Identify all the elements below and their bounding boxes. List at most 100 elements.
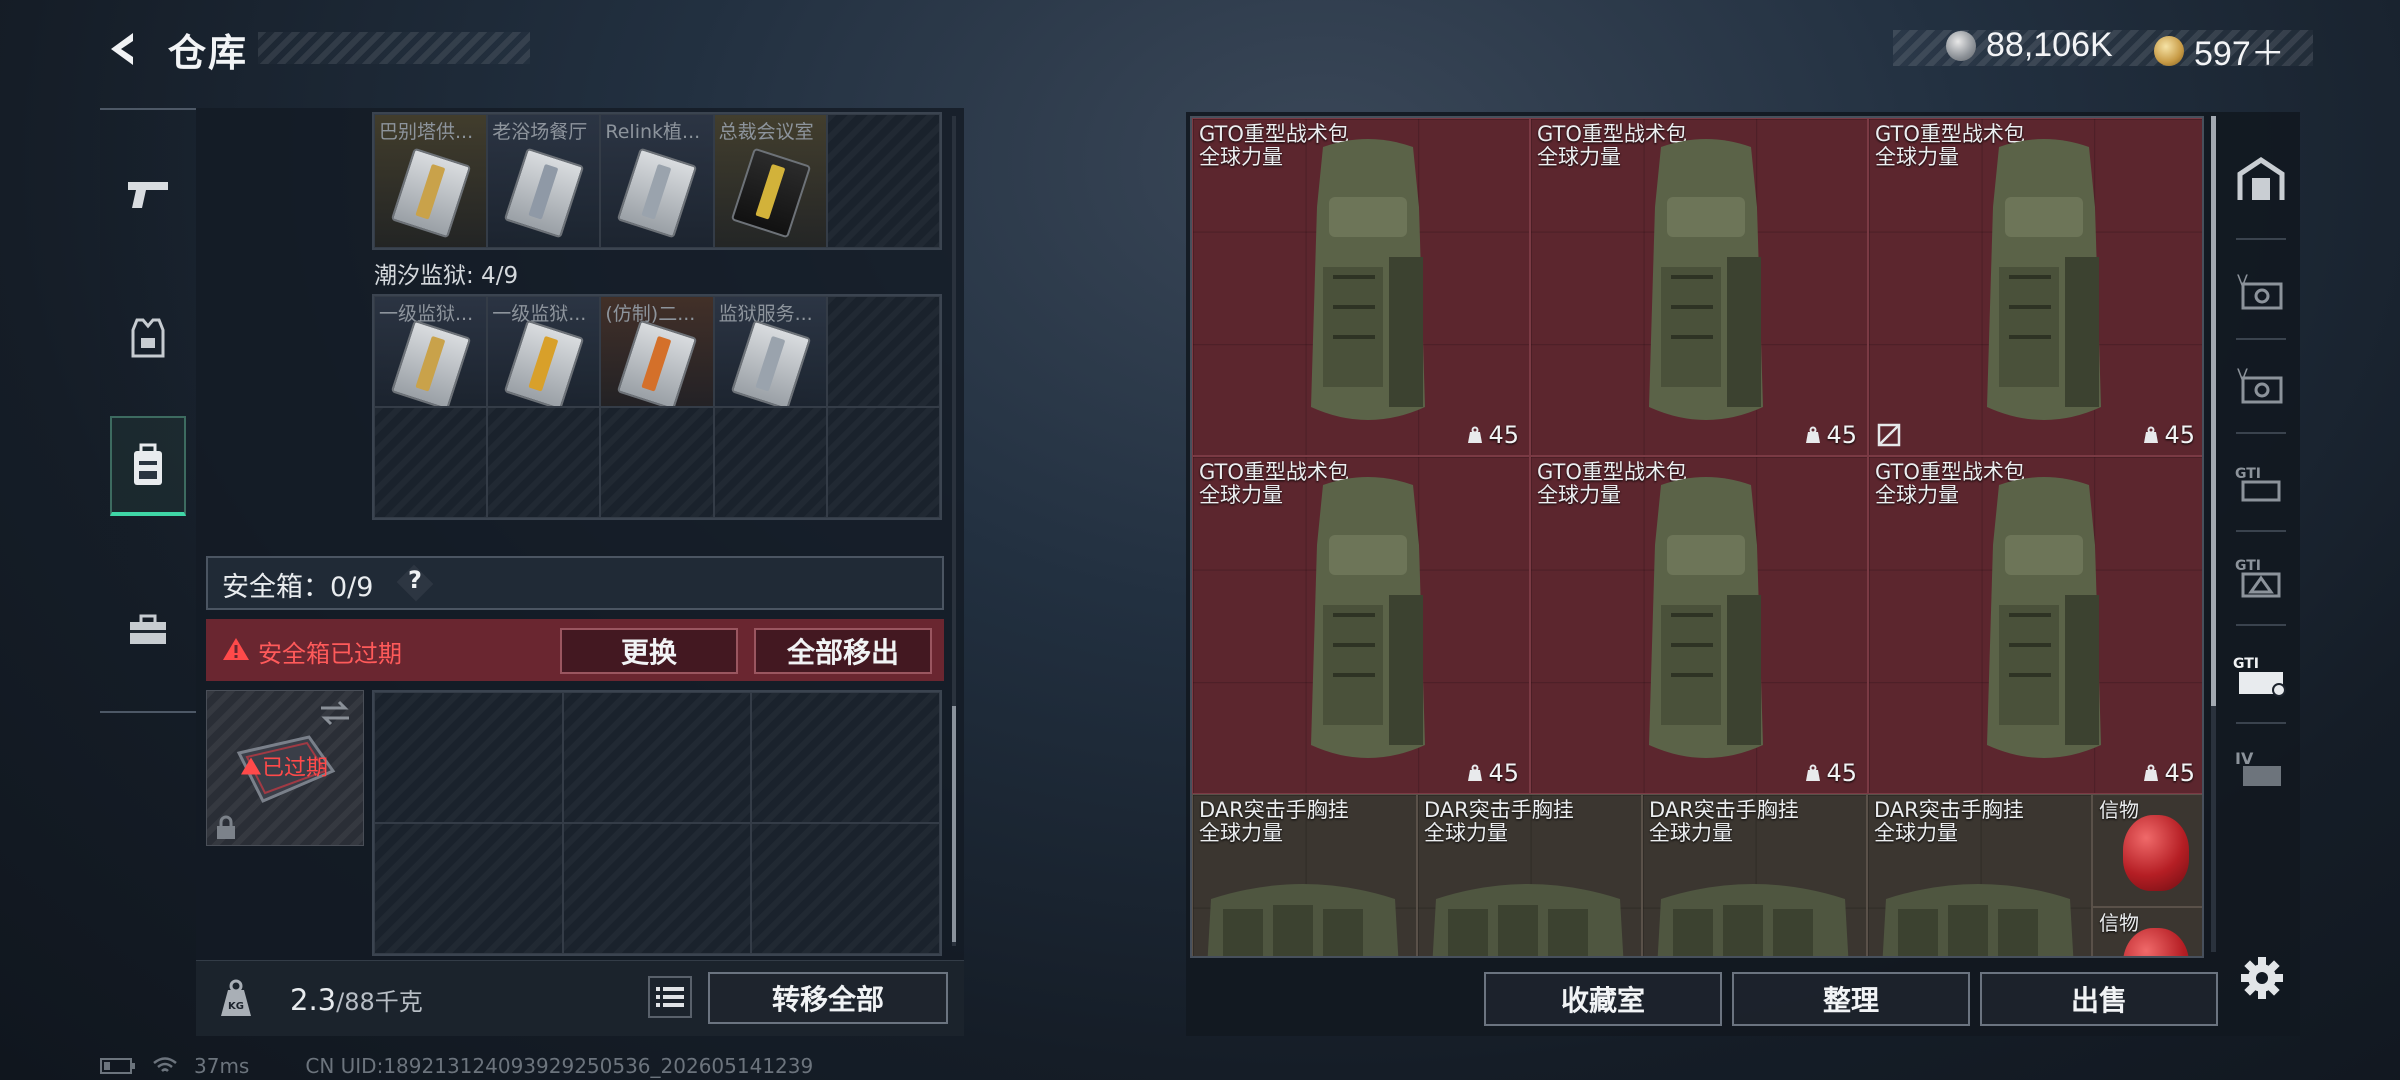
gold-coin-icon — [2154, 35, 2184, 66]
empty-slot[interactable] — [713, 407, 827, 518]
safe-expired-text: 安全箱已过期 — [258, 640, 402, 668]
nav-backpack[interactable] — [110, 416, 186, 516]
item-count: 45 — [1826, 759, 1857, 787]
svg-text:GTI: GTI — [2235, 466, 2261, 482]
keycard-slot[interactable]: 一级监狱... — [374, 296, 488, 407]
empty-slot[interactable] — [826, 296, 940, 407]
gti-icon: GTI — [2235, 466, 2281, 502]
backpack-item[interactable]: GTO重型战术包 全球力量 45 — [1530, 118, 1868, 456]
ping-text: 37ms — [194, 1054, 250, 1078]
case-grid-top: 巴别塔供... 老浴场餐厅 Relink植... 总裁会议室 — [372, 112, 942, 250]
settings-button[interactable] — [2236, 952, 2288, 1004]
keycard-slot[interactable]: 总裁会议室 — [713, 114, 827, 248]
empty-slot[interactable] — [487, 407, 601, 518]
item-name: 信物 — [2099, 798, 2139, 822]
safe-box-title: 安全箱：0/9 — [222, 572, 374, 603]
keycard-label: 一级监狱... — [379, 303, 474, 325]
stash-all-tab[interactable] — [2232, 150, 2290, 208]
replace-button[interactable]: 更换 — [560, 628, 738, 674]
transfer-all-button[interactable]: 转移全部 — [708, 972, 948, 1024]
wifi-icon — [153, 1057, 177, 1072]
stash-tab-v2[interactable]: V — [2232, 356, 2290, 414]
expired-warning-icon — [241, 757, 261, 775]
keycard-slot[interactable]: 巴别塔供... — [374, 114, 488, 248]
item-faction: 全球力量 — [1199, 821, 1283, 845]
backpack-item[interactable]: GTO重型战术包 全球力量 45 — [1530, 456, 1868, 794]
token-item[interactable]: 信物 — [2092, 907, 2202, 956]
stash-tab-iv[interactable]: IV — [2232, 740, 2290, 798]
battery-icon — [100, 1058, 135, 1074]
back-button[interactable] — [100, 26, 146, 72]
keycard-icon — [730, 319, 811, 406]
currency-a[interactable]: 88,106K — [1946, 26, 2113, 65]
weight-icon — [1806, 426, 1821, 443]
list-view-button[interactable] — [648, 976, 692, 1018]
stash-v-icon: V — [2237, 365, 2283, 404]
organize-button[interactable]: 整理 — [1732, 972, 1970, 1026]
chest-rig-item[interactable]: DAR突击手胸挂 全球力量 — [1192, 794, 1417, 956]
toolbox-icon — [130, 614, 166, 644]
keycard-slot[interactable]: 一级监狱... — [487, 296, 601, 407]
currency-b[interactable]: 597＋ — [2154, 26, 2285, 75]
chest-rig-item[interactable]: DAR突击手胸挂 全球力量 — [1867, 794, 2092, 956]
status-bar: 37ms CN UID:18921312409392925053​6_20260… — [100, 1054, 813, 1078]
backpack-item[interactable]: GTO重型战术包 全球力量 45 — [1868, 118, 2202, 456]
stash-iv-icon: IV — [2235, 749, 2281, 786]
weight-max: /88千克 — [336, 988, 423, 1016]
empty-slot[interactable] — [826, 407, 940, 518]
empty-slot[interactable] — [600, 407, 714, 518]
weight-icon: KG — [221, 979, 251, 1016]
stash-v-icon: V — [2237, 271, 2283, 310]
chest-rig-icon — [1207, 884, 1399, 956]
empty-slot[interactable] — [751, 823, 940, 954]
prison-grid: 一级监狱... 一级监狱... (仿制)二... 监狱服务... — [372, 294, 942, 520]
page-title: 仓库 — [168, 31, 249, 75]
move-all-out-button[interactable]: 全部移出 — [754, 628, 932, 674]
nav-armor[interactable] — [110, 288, 186, 388]
keycard-slot[interactable]: Relink植... — [600, 114, 714, 248]
stash-tab-gti-1[interactable]: GTI — [2232, 454, 2290, 512]
chest-rig-item[interactable]: DAR突击手胸挂 全球力量 — [1417, 794, 1642, 956]
item-faction: 全球力量 — [1424, 821, 1508, 845]
backpack-icon — [1649, 139, 1763, 420]
inventory-scroll-thumb[interactable] — [952, 706, 956, 942]
empty-slot[interactable] — [374, 692, 563, 823]
back-arrow-icon — [111, 33, 133, 65]
keycard-icon — [390, 319, 472, 406]
keycard-slot[interactable]: 老浴场餐厅 — [487, 114, 601, 248]
empty-slot[interactable] — [562, 823, 752, 954]
item-count: 45 — [2164, 759, 2195, 787]
storage-icon — [2237, 156, 2285, 200]
keycard-slot[interactable]: (仿制)二... — [600, 296, 714, 407]
empty-slot[interactable] — [562, 692, 752, 823]
item-faction: 全球力量 — [1649, 821, 1733, 845]
empty-slot[interactable] — [374, 407, 488, 518]
empty-slot[interactable] — [826, 114, 940, 248]
backpack-item[interactable]: GTO重型战术包 全球力量 45 — [1192, 118, 1530, 456]
keycard-slot[interactable]: 监狱服务... — [713, 296, 827, 407]
nav-toolbox[interactable] — [110, 580, 186, 680]
keycard-label: 一级监狱... — [492, 303, 587, 325]
collection-room-button[interactable]: 收藏室 — [1484, 972, 1722, 1026]
backpack-item[interactable]: GTO重型战术包 全球力量 45 — [1192, 456, 1530, 794]
backpack-icon — [1987, 139, 2101, 420]
stash-tab-v1[interactable]: V — [2232, 262, 2290, 320]
token-item[interactable]: 信物 — [2092, 794, 2202, 907]
chest-rig-item[interactable]: DAR突击手胸挂 全球力量 — [1642, 794, 1867, 956]
stash-filter-column: V V GTI GTI GTI IV — [2222, 116, 2300, 958]
empty-slot[interactable] — [374, 823, 563, 954]
stash-scroll-thumb[interactable] — [2211, 116, 2216, 706]
backpack-item[interactable]: GTO重型战术包 全球力量 45 — [1868, 456, 2202, 794]
red-mask-icon — [2123, 815, 2189, 891]
list-icon — [656, 987, 684, 1007]
empty-slot[interactable] — [751, 692, 940, 823]
item-count: 45 — [1826, 421, 1857, 449]
stash-grid: GTO重型战术包 全球力量 45 GTO重型战术包 全球力量 45 GTO重型战术包… — [1190, 116, 2204, 958]
sell-button[interactable]: 出售 — [1980, 972, 2218, 1026]
stash-tab-gti-2[interactable]: GTI — [2232, 548, 2290, 606]
stash-tab-gti-active[interactable]: GTI — [2232, 646, 2290, 704]
nav-weapons[interactable] — [110, 144, 186, 244]
weight-icon-text: KG — [228, 1001, 244, 1012]
vest-icon — [131, 318, 165, 358]
keycard-label: 总裁会议室 — [718, 121, 814, 143]
